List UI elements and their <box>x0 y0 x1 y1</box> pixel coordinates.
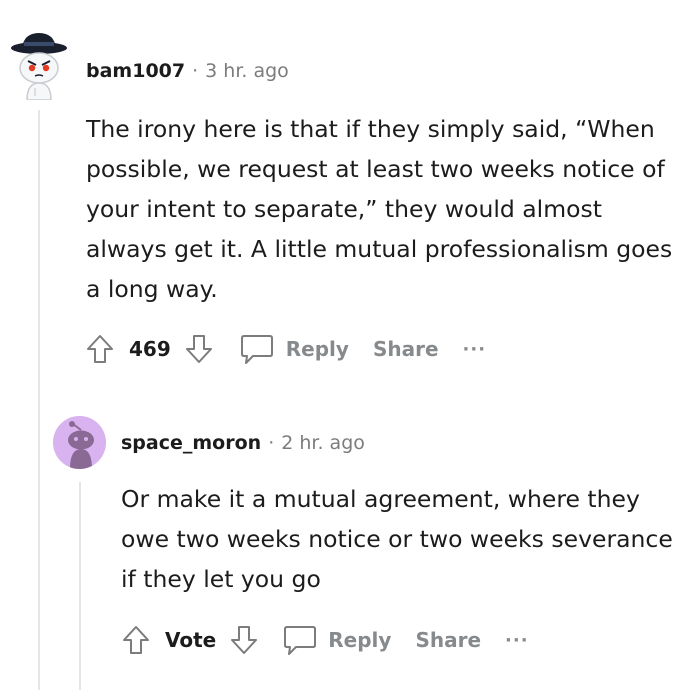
share-button[interactable]: Share <box>415 628 481 652</box>
comment-meta: bam1007 · 3 hr. ago <box>86 60 289 82</box>
username-link[interactable]: space_moron <box>121 432 261 454</box>
comment-text: Or make it a mutual agreement, where the… <box>121 485 673 593</box>
upvote-arrow-icon[interactable] <box>118 622 154 658</box>
vote-count: 469 <box>129 337 171 361</box>
downvote-arrow-icon[interactable] <box>226 622 262 658</box>
user-avatar[interactable] <box>8 30 70 100</box>
comment-actions: 469 Reply Share ··· <box>82 331 486 367</box>
timestamp[interactable]: 2 hr. ago <box>281 432 365 454</box>
comment-text: The irony here is that if they simply sa… <box>86 115 673 303</box>
comment-bubble-icon[interactable] <box>280 622 320 658</box>
comment-actions: Vote Reply Share ··· <box>118 622 529 658</box>
more-options-icon[interactable]: ··· <box>463 339 487 360</box>
comment-body: Or make it a mutual agreement, where the… <box>121 479 681 599</box>
meta-separator: · <box>268 432 275 454</box>
snoo-hat-avatar <box>11 33 67 100</box>
vote-label: Vote <box>165 628 217 652</box>
comment-body: The irony here is that if they simply sa… <box>86 109 676 309</box>
reply-button[interactable]: Reply <box>328 628 391 652</box>
user-avatar[interactable] <box>53 416 106 469</box>
thread-line-reply[interactable] <box>79 482 81 690</box>
downvote-arrow-icon[interactable] <box>181 331 217 367</box>
comment-bubble-icon[interactable] <box>237 331 277 367</box>
upvote-arrow-icon[interactable] <box>82 331 118 367</box>
comment-meta: space_moron · 2 hr. ago <box>121 432 365 454</box>
timestamp[interactable]: 3 hr. ago <box>205 60 289 82</box>
more-options-icon[interactable]: ··· <box>505 630 529 651</box>
thread-line-main[interactable] <box>38 110 40 690</box>
username-link[interactable]: bam1007 <box>86 60 185 82</box>
meta-separator: · <box>192 60 199 82</box>
snoo-avatar <box>53 416 106 469</box>
share-button[interactable]: Share <box>373 337 439 361</box>
reply-button[interactable]: Reply <box>286 337 349 361</box>
